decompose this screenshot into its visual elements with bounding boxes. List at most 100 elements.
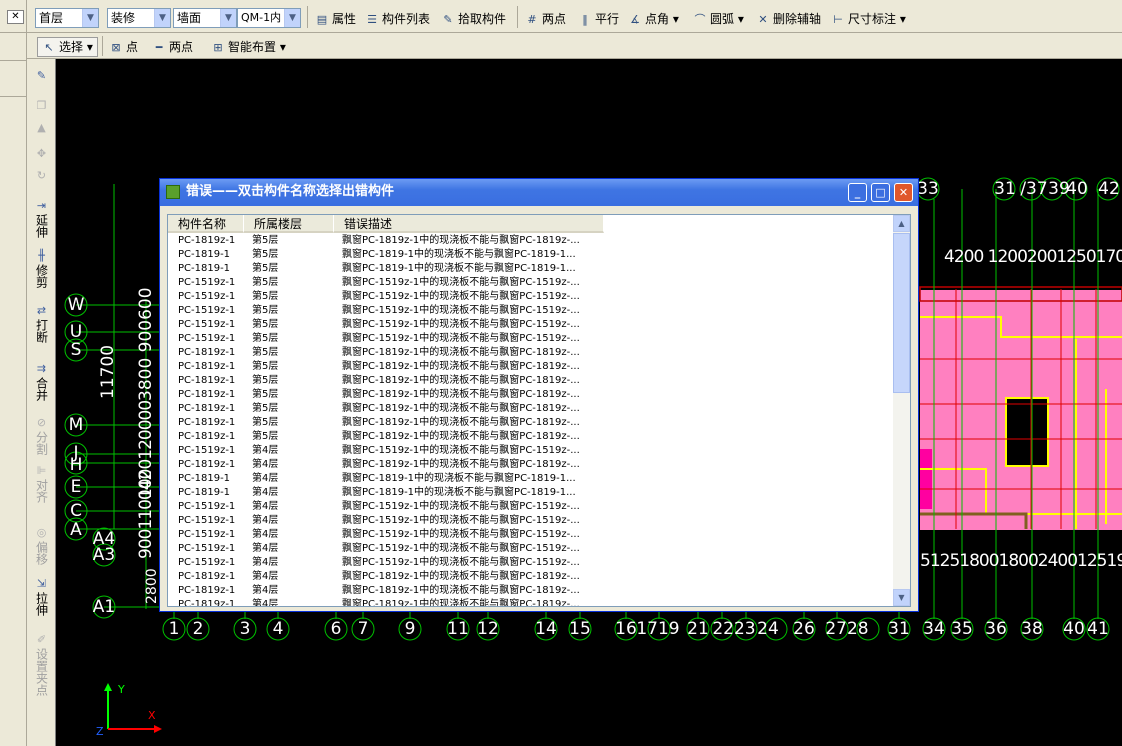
table-row[interactable]: PC-1819z-1 第4层 飘窗PC-1819z-1中的现浇板不能与飘窗PC-18… <box>168 458 894 472</box>
cell-name[interactable]: PC-1519z-1 <box>178 514 235 528</box>
two-point-axis-button[interactable]: # 两点 <box>525 10 566 28</box>
copy-tool[interactable]: ❐ <box>27 99 56 114</box>
cell-name[interactable]: PC-1819-1 <box>178 262 230 276</box>
table-row[interactable]: PC-1819z-1 第5层 飘窗PC-1819z-1中的现浇板不能与飘窗PC-18… <box>168 360 894 374</box>
table-row[interactable]: PC-1519z-1 第5层 飘窗PC-1519z-1中的现浇板不能与飘窗PC-15… <box>168 276 894 290</box>
cell-name[interactable]: PC-1819z-1 <box>178 430 235 444</box>
arc-button[interactable]: ⌒ 圆弧 ▾ <box>693 10 744 28</box>
grip-tool[interactable]: ✐ 设置夹点 <box>27 633 56 699</box>
dock-panel-close-button[interactable]: ✕ <box>7 10 24 24</box>
move-tool[interactable]: ✥ <box>27 147 56 162</box>
point-button[interactable]: ⊠ 点 <box>109 38 138 56</box>
break-tool[interactable]: ⇄ 打断 <box>27 304 56 346</box>
cell-name[interactable]: PC-1819z-1 <box>178 416 235 430</box>
cell-name[interactable]: PC-1819z-1 <box>178 402 235 416</box>
cell-name[interactable]: PC-1819-1 <box>178 472 230 486</box>
chevron-down-icon[interactable]: ▼ <box>154 9 170 27</box>
mirror-tool[interactable]: ▲ <box>27 121 56 136</box>
table-row[interactable]: PC-1819-1 第5层 飘窗PC-1819-1中的现浇板不能与飘窗PC-1819… <box>168 248 894 262</box>
table-row[interactable]: PC-1819-1 第4层 飘窗PC-1819-1中的现浇板不能与飘窗PC-1819… <box>168 486 894 500</box>
scroll-up-button[interactable]: ▲ <box>893 215 910 232</box>
properties-button[interactable]: ▤ 属性 <box>315 10 356 28</box>
select-button[interactable]: ↖ 选择 ▾ <box>37 37 98 57</box>
floor-select[interactable]: 首层 ▼ <box>35 8 99 28</box>
table-row[interactable]: PC-1819z-1 第5层 飘窗PC-1819z-1中的现浇板不能与飘窗PC-18… <box>168 430 894 444</box>
cell-name[interactable]: PC-1819-1 <box>178 248 230 262</box>
smart-layout-button[interactable]: ⊞ 智能布置 ▾ <box>211 38 285 56</box>
cell-name[interactable]: PC-1519z-1 <box>178 304 235 318</box>
trim-tool[interactable]: ╫ 修剪 <box>27 249 56 291</box>
column-header-name[interactable]: 构件名称 <box>168 215 244 233</box>
parallel-button[interactable]: ‖ 平行 <box>578 10 619 28</box>
cell-name[interactable]: PC-1519z-1 <box>178 556 235 570</box>
table-row[interactable]: PC-1519z-1 第4层 飘窗PC-1519z-1中的现浇板不能与飘窗PC-15… <box>168 514 894 528</box>
cell-name[interactable]: PC-1519z-1 <box>178 290 235 304</box>
cell-name[interactable]: PC-1519z-1 <box>178 318 235 332</box>
table-row[interactable]: PC-1519z-1 第5层 飘窗PC-1519z-1中的现浇板不能与飘窗PC-15… <box>168 332 894 346</box>
table-row[interactable]: PC-1819z-1 第4层 飘窗PC-1819z-1中的现浇板不能与飘窗PC-18… <box>168 570 894 584</box>
table-row[interactable]: PC-1819z-1 第4层 飘窗PC-1819z-1中的现浇板不能与飘窗PC-18… <box>168 598 894 606</box>
table-row[interactable]: PC-1519z-1 第5层 飘窗PC-1519z-1中的现浇板不能与飘窗PC-15… <box>168 318 894 332</box>
table-row[interactable]: PC-1819z-1 第5层 飘窗PC-1819z-1中的现浇板不能与飘窗PC-18… <box>168 402 894 416</box>
cell-name[interactable]: PC-1519z-1 <box>178 528 235 542</box>
cell-name[interactable]: PC-1819z-1 <box>178 388 235 402</box>
dimension-button[interactable]: ⊢ 尺寸标注 ▾ <box>831 10 906 28</box>
cell-name[interactable]: PC-1519z-1 <box>178 444 235 458</box>
component-type-select[interactable]: 墙面 ▼ <box>173 8 237 28</box>
close-button[interactable]: ✕ <box>894 183 913 202</box>
table-row[interactable]: PC-1519z-1 第4层 飘窗PC-1519z-1中的现浇板不能与飘窗PC-15… <box>168 528 894 542</box>
pick-component-button[interactable]: ✎ 拾取构件 <box>441 10 506 28</box>
category-select[interactable]: 装修 ▼ <box>107 8 171 28</box>
minimize-button[interactable]: _ <box>848 183 867 202</box>
table-row[interactable]: PC-1819z-1 第4层 飘窗PC-1819z-1中的现浇板不能与飘窗PC-18… <box>168 584 894 598</box>
table-row[interactable]: PC-1519z-1 第5层 飘窗PC-1519z-1中的现浇板不能与飘窗PC-15… <box>168 290 894 304</box>
chevron-down-icon[interactable]: ▼ <box>82 9 98 27</box>
merge-tool[interactable]: ⇉ 合并 <box>27 362 56 404</box>
chevron-down-icon[interactable]: ▼ <box>284 9 300 27</box>
table-row[interactable]: PC-1819z-1 第5层 飘窗PC-1819z-1中的现浇板不能与飘窗PC-18… <box>168 346 894 360</box>
extend-tool[interactable]: ⇥ 延伸 <box>27 199 56 241</box>
scroll-down-button[interactable]: ▼ <box>893 589 910 606</box>
table-row[interactable]: PC-1519z-1 第5层 飘窗PC-1519z-1中的现浇板不能与飘窗PC-15… <box>168 304 894 318</box>
table-row[interactable]: PC-1819-1 第5层 飘窗PC-1819-1中的现浇板不能与飘窗PC-1819… <box>168 262 894 276</box>
point-angle-button[interactable]: ∡ 点角 ▾ <box>628 10 679 28</box>
cell-name[interactable]: PC-1519z-1 <box>178 542 235 556</box>
cell-name[interactable]: PC-1819z-1 <box>178 346 235 360</box>
table-row[interactable]: PC-1519z-1 第4层 飘窗PC-1519z-1中的现浇板不能与飘窗PC-15… <box>168 542 894 556</box>
component-select[interactable]: QM-1内 ▼ <box>237 8 301 28</box>
two-point-button[interactable]: ━ 两点 <box>152 38 193 56</box>
error-list[interactable]: 构件名称 所属楼层 错误描述 PC-1819z-1 第5层 飘窗PC-1819z-1… <box>167 214 911 607</box>
table-row[interactable]: PC-1819z-1 第5层 飘窗PC-1819z-1中的现浇板不能与飘窗PC-18… <box>168 388 894 402</box>
align-tool[interactable]: ⊫ 对齐 <box>27 464 56 506</box>
component-list-button[interactable]: ☰ 构件列表 <box>365 10 430 28</box>
cell-name[interactable]: PC-1819z-1 <box>178 234 235 248</box>
chevron-down-icon[interactable]: ▼ <box>220 9 236 27</box>
cell-name[interactable]: PC-1519z-1 <box>178 332 235 346</box>
cell-name[interactable]: PC-1819z-1 <box>178 598 235 606</box>
cell-name[interactable]: PC-1819-1 <box>178 486 230 500</box>
column-header-description[interactable]: 错误描述 <box>334 215 604 233</box>
table-row[interactable]: PC-1519z-1 第4层 飘窗PC-1519z-1中的现浇板不能与飘窗PC-15… <box>168 500 894 514</box>
scroll-thumb[interactable] <box>893 233 910 393</box>
table-row[interactable]: PC-1519z-1 第4层 飘窗PC-1519z-1中的现浇板不能与飘窗PC-15… <box>168 444 894 458</box>
cell-name[interactable]: PC-1519z-1 <box>178 276 235 290</box>
cell-name[interactable]: PC-1819z-1 <box>178 584 235 598</box>
cell-name[interactable]: PC-1819z-1 <box>178 374 235 388</box>
cell-name[interactable]: PC-1819z-1 <box>178 360 235 374</box>
stretch-tool[interactable]: ⇲ 拉伸 <box>27 577 56 619</box>
cell-name[interactable]: PC-1519z-1 <box>178 500 235 514</box>
table-row[interactable]: PC-1819z-1 第5层 飘窗PC-1819z-1中的现浇板不能与飘窗PC-18… <box>168 234 894 248</box>
offset-tool[interactable]: ◎ 偏移 <box>27 526 56 568</box>
table-row[interactable]: PC-1819z-1 第5层 飘窗PC-1819z-1中的现浇板不能与飘窗PC-18… <box>168 416 894 430</box>
table-row[interactable]: PC-1819-1 第4层 飘窗PC-1819-1中的现浇板不能与飘窗PC-1819… <box>168 472 894 486</box>
dialog-title-bar[interactable]: 错误——双击构件名称选择出错构件 _ □ ✕ <box>160 179 918 206</box>
table-row[interactable]: PC-1819z-1 第5层 飘窗PC-1819z-1中的现浇板不能与飘窗PC-18… <box>168 374 894 388</box>
split-tool[interactable]: ⊘ 分割 <box>27 416 56 458</box>
rotate-tool[interactable]: ↻ <box>27 169 56 184</box>
vertical-scrollbar[interactable]: ▲ ▼ <box>893 215 910 606</box>
table-row[interactable]: PC-1519z-1 第4层 飘窗PC-1519z-1中的现浇板不能与飘窗PC-15… <box>168 556 894 570</box>
cell-name[interactable]: PC-1819z-1 <box>178 570 235 584</box>
delete-axis-button[interactable]: ✕ 删除辅轴 <box>756 10 821 28</box>
column-header-floor[interactable]: 所属楼层 <box>244 215 334 233</box>
cell-name[interactable]: PC-1819z-1 <box>178 458 235 472</box>
